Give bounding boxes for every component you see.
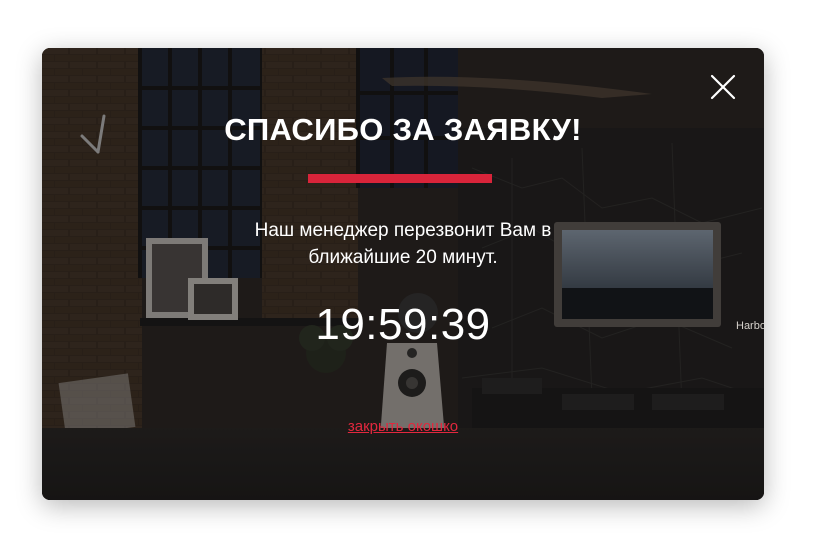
confirmation-message: Наш менеджер перезвонит Вам в ближайшие … (42, 217, 764, 271)
thank-you-modal: Harbo СПАСИБО ЗА ЗАЯВКУ! Наш менеджер пе… (42, 48, 764, 500)
title-accent-bar (308, 174, 492, 183)
close-link-wrapper: закрыть окошко (42, 418, 764, 436)
message-line-2: ближайшие 20 минут. (308, 247, 498, 268)
close-x-icon[interactable] (710, 74, 736, 100)
close-window-link[interactable]: закрыть окошко (348, 418, 458, 435)
message-line-1: Наш менеджер перезвонит Вам в (254, 220, 552, 241)
modal-title: СПАСИБО ЗА ЗАЯВКУ! (224, 112, 582, 147)
countdown-timer: 19:59:39 (315, 300, 491, 349)
